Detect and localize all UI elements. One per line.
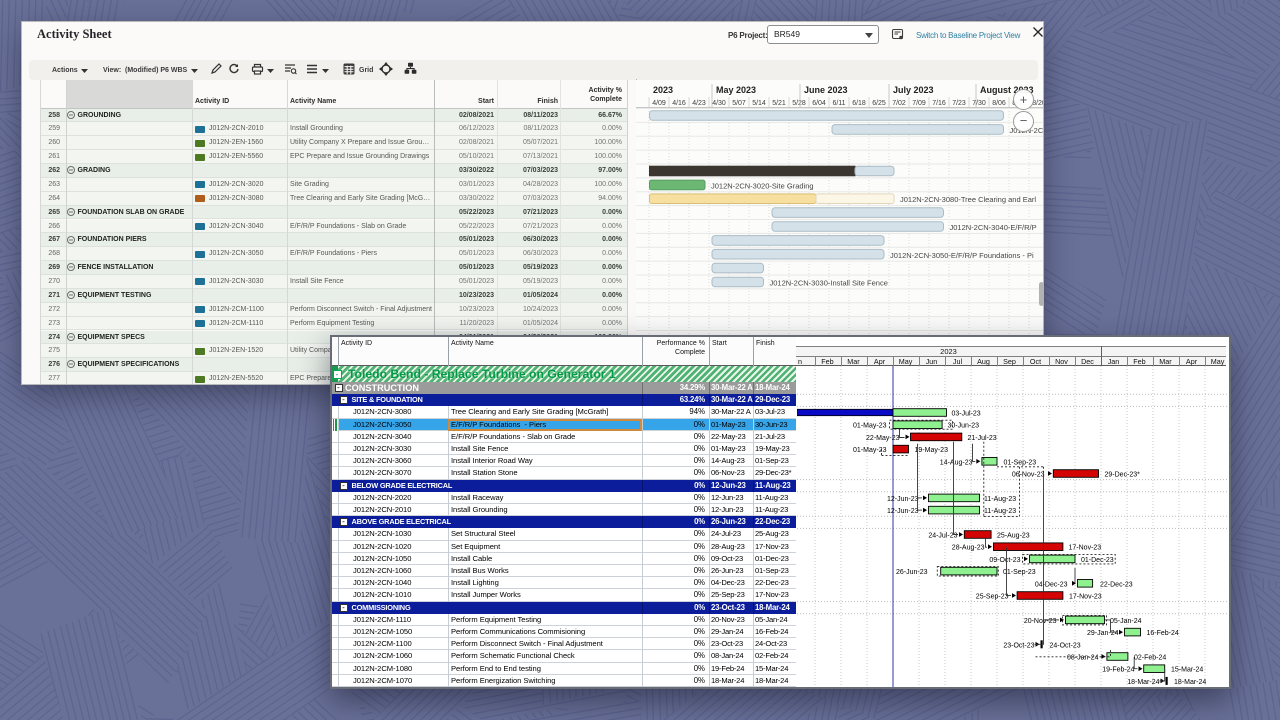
svg-text:17-Nov-23: 17-Nov-23 (1069, 594, 1102, 601)
svg-text:8/20: 8/20 (1032, 100, 1043, 107)
svg-text:5/28: 5/28 (792, 100, 806, 107)
svg-text:08-Jan-24: 08-Jan-24 (1066, 655, 1098, 662)
svg-text:01-May-23: 01-May-23 (853, 423, 887, 430)
svg-text:05-Jan-24: 05-Jan-24 (1110, 618, 1142, 625)
svg-text:August 2023: August 2023 (980, 85, 1034, 95)
svg-text:22-Dec-23: 22-Dec-23 (1100, 581, 1133, 588)
svg-text:May 2023: May 2023 (716, 85, 756, 95)
svg-text:19-May-23: 19-May-23 (914, 447, 948, 454)
svg-text:12-Jun-23: 12-Jun-23 (886, 496, 918, 503)
svg-text:5/21: 5/21 (772, 100, 786, 107)
svg-text:03-Jul-23: 03-Jul-23 (951, 411, 980, 418)
svg-text:22-May-23: 22-May-23 (866, 435, 900, 442)
svg-text:01-Sep-23: 01-Sep-23 (1003, 569, 1036, 576)
svg-text:21-Jul-23: 21-Jul-23 (967, 435, 996, 442)
svg-text:11-Aug-23: 11-Aug-23 (984, 496, 1016, 503)
svg-text:J012N-2CN-2010-Install Groundi: J012N-2CN-2010-Install Grounding (1010, 126, 1044, 135)
svg-text:29-Jan-24: 29-Jan-24 (1086, 630, 1118, 637)
svg-text:8/13: 8/13 (1012, 100, 1026, 107)
svg-text:25-Sep-23: 25-Sep-23 (975, 594, 1008, 601)
svg-text:7/16: 7/16 (932, 100, 946, 107)
svg-text:July 2023: July 2023 (893, 85, 934, 95)
svg-text:15-Mar-24: 15-Mar-24 (1171, 667, 1203, 674)
svg-text:14-Aug-23: 14-Aug-23 (939, 459, 972, 466)
svg-text:01-Sep-23: 01-Sep-23 (1003, 459, 1036, 466)
svg-text:28-Aug-23: 28-Aug-23 (951, 545, 984, 552)
svg-text:02-Feb-24: 02-Feb-24 (1134, 655, 1166, 662)
svg-text:2023: 2023 (653, 85, 673, 95)
svg-text:J012N-2CN-3020-Site Grading: J012N-2CN-3020-Site Grading (711, 181, 814, 190)
svg-text:09-Oct-23: 09-Oct-23 (989, 557, 1020, 564)
svg-text:J012N-2CN-3040-E/F/R/P: J012N-2CN-3040-E/F/R/P (950, 223, 1037, 232)
svg-text:6/11: 6/11 (832, 100, 845, 107)
svg-text:J012N-2CN-3030-Install Site Fe: J012N-2CN-3030-Install Site Fence (770, 279, 888, 288)
svg-text:J012N-2CN-3050-E/F/R/P Foundat: J012N-2CN-3050-E/F/R/P Foundations - Pi (890, 251, 1034, 260)
svg-text:18-Mar-24: 18-Mar-24 (1174, 679, 1206, 686)
svg-text:June 2023: June 2023 (804, 85, 848, 95)
svg-text:04-Dec-23: 04-Dec-23 (1034, 581, 1067, 588)
svg-text:17-Nov-23: 17-Nov-23 (1068, 545, 1101, 552)
svg-text:11-Aug-23: 11-Aug-23 (984, 508, 1016, 515)
svg-text:26-Jun-23: 26-Jun-23 (895, 569, 927, 576)
svg-text:25-Aug-23: 25-Aug-23 (997, 533, 1030, 540)
svg-text:24-Oct-23: 24-Oct-23 (1049, 642, 1080, 649)
svg-text:4/30: 4/30 (712, 100, 726, 107)
svg-text:4/16: 4/16 (672, 100, 686, 107)
svg-text:7/23: 7/23 (952, 100, 966, 107)
svg-text:23-Oct-23: 23-Oct-23 (1003, 642, 1034, 649)
svg-text:06-Nov-23: 06-Nov-23 (1011, 472, 1044, 479)
svg-text:5/07: 5/07 (732, 100, 746, 107)
svg-text:18-Mar-24: 18-Mar-24 (1127, 679, 1159, 686)
svg-text:6/04: 6/04 (812, 100, 826, 107)
svg-text:5/14: 5/14 (752, 100, 766, 107)
svg-text:7/02: 7/02 (892, 100, 906, 107)
svg-text:20-Nov-23: 20-Nov-23 (1023, 618, 1056, 625)
svg-text:7/09: 7/09 (912, 100, 926, 107)
svg-text:J012N-2CN-3080-Tree Clearing a: J012N-2CN-3080-Tree Clearing and Earl (900, 195, 1036, 204)
svg-text:16-Feb-24: 16-Feb-24 (1146, 630, 1178, 637)
svg-text:7/30: 7/30 (972, 100, 986, 107)
svg-text:01-Dec-23: 01-Dec-23 (1081, 557, 1114, 564)
svg-text:19-Feb-24: 19-Feb-24 (1102, 667, 1134, 674)
svg-text:29-Dec-23*: 29-Dec-23* (1104, 472, 1140, 479)
svg-text:12-Jun-23: 12-Jun-23 (886, 508, 918, 515)
svg-text:8/06: 8/06 (992, 100, 1006, 107)
svg-text:6/25: 6/25 (872, 100, 886, 107)
svg-text:4/23: 4/23 (692, 100, 706, 107)
svg-text:4/09: 4/09 (652, 100, 666, 107)
svg-text:6/18: 6/18 (852, 100, 866, 107)
